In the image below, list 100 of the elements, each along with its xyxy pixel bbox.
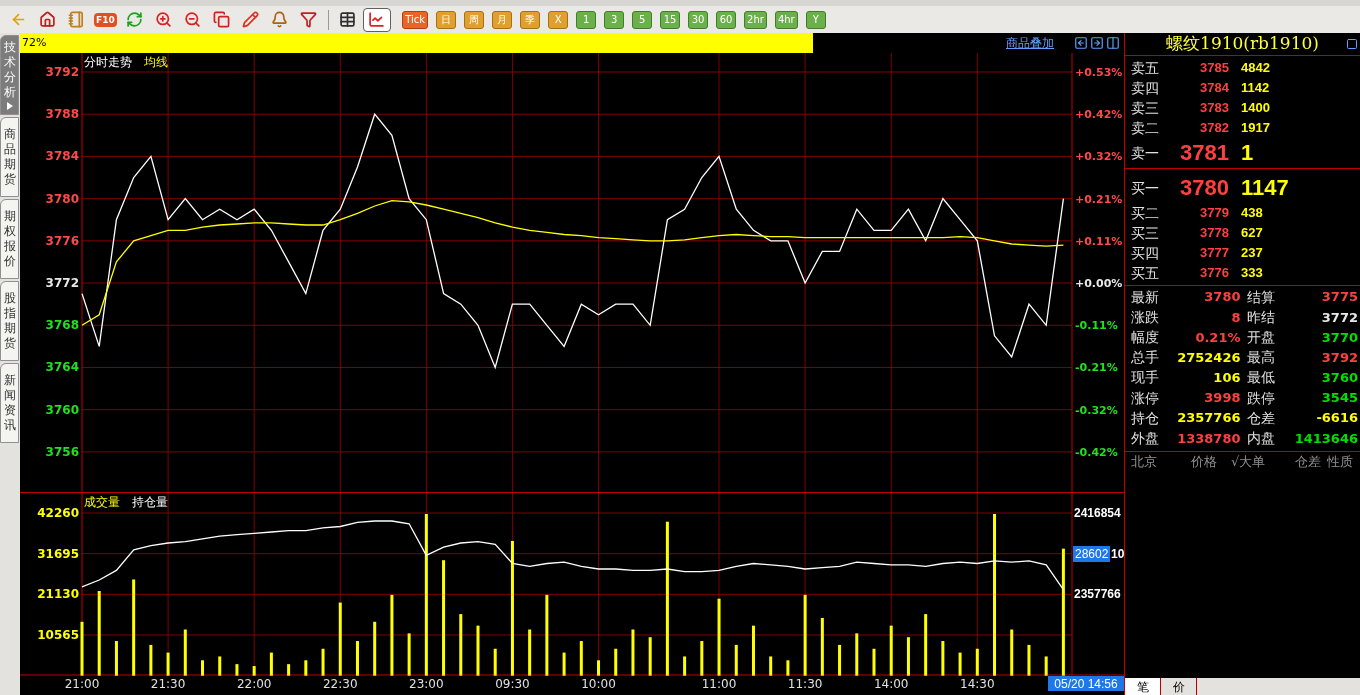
volume-bar: [734, 644, 738, 676]
volume-bar: [407, 633, 411, 676]
level-volume: 438: [1241, 204, 1263, 223]
volume-bar: [579, 641, 583, 676]
axis-label: 3768: [45, 318, 79, 333]
volume-bar: [183, 629, 187, 676]
side-tab[interactable]: 股指期货: [0, 281, 19, 361]
period-button[interactable]: 3: [604, 10, 625, 29]
period-button[interactable]: Tick: [402, 10, 429, 29]
level-label: 卖三: [1130, 98, 1160, 118]
period-button[interactable]: Y: [805, 10, 826, 29]
line-chart-button[interactable]: [362, 7, 391, 32]
period-button[interactable]: X: [548, 10, 569, 29]
stat-label: 仓差: [1245, 408, 1276, 428]
volume-bar: [201, 660, 204, 676]
column-header: 价格: [1191, 453, 1218, 472]
axis-label: 3772: [45, 276, 79, 291]
level-label: 买二: [1130, 203, 1160, 223]
stat-label: 内盘: [1245, 428, 1276, 448]
period-button[interactable]: 5: [632, 10, 653, 29]
level-volume: 333: [1241, 264, 1263, 283]
home-icon: [38, 11, 56, 28]
filter-icon: [300, 11, 318, 28]
volume-bar: [820, 617, 824, 676]
volume-bar: [304, 660, 308, 676]
level-label: 卖二: [1130, 118, 1160, 138]
time-label: 10:00: [581, 677, 616, 691]
volume-bar: [149, 644, 153, 676]
side-tab[interactable]: 期权报价: [0, 199, 19, 279]
side-tab[interactable]: 技术分析: [0, 35, 19, 115]
stat-value: 2752426: [1176, 348, 1242, 367]
stat-label: 开盘: [1245, 327, 1276, 347]
legend-label: 持仓量: [132, 495, 168, 509]
level-volume: 1: [1241, 140, 1254, 166]
stat-value: 3545: [1320, 389, 1359, 408]
volume-bar: [218, 656, 222, 676]
side-tab[interactable]: 商品期货: [0, 117, 19, 197]
volume-bar: [975, 648, 979, 676]
column-header: √大单: [1231, 453, 1267, 472]
level-price: 3781: [1179, 140, 1229, 166]
zoom-bar: 72%: [20, 33, 813, 53]
arrow-left-icon[interactable]: [1074, 36, 1088, 50]
volume-bar: [700, 641, 704, 676]
stat-label: 现手: [1130, 368, 1160, 388]
volume-bar: [166, 652, 170, 676]
volume-bar: [683, 656, 687, 676]
stat-label: 持仓: [1130, 408, 1160, 428]
level-volume: 1142: [1241, 79, 1270, 98]
level-price: 3778: [1199, 224, 1229, 243]
volume-bar: [235, 664, 239, 676]
volume-bar: [924, 614, 928, 676]
period-button[interactable]: 4hr: [774, 10, 798, 29]
period-button[interactable]: 2hr: [744, 10, 767, 29]
time-label: 09:30: [495, 677, 530, 691]
legend-label: 分时走势: [84, 55, 132, 69]
legend-label: 成交量: [84, 495, 120, 509]
bottom-tab[interactable]: 笔: [1125, 678, 1161, 695]
volume-bar: [906, 637, 910, 676]
percent-label: +0.53%: [1075, 66, 1123, 79]
stat-label: 最高: [1245, 348, 1276, 368]
volume-bar: [287, 664, 291, 676]
layout-icon[interactable]: [1106, 36, 1120, 50]
axis-label: 10565: [37, 628, 79, 643]
percent-label: -0.21%: [1075, 361, 1118, 375]
period-button[interactable]: 15: [660, 10, 681, 29]
zoom-out-icon: [184, 11, 202, 28]
level-volume: 627: [1241, 224, 1263, 243]
period-button[interactable]: 日: [436, 10, 457, 29]
period-button[interactable]: 60: [716, 10, 737, 29]
level-label: 卖五: [1130, 58, 1160, 78]
side-tab[interactable]: 新闻资讯: [0, 363, 19, 443]
level-volume: 1917: [1241, 119, 1270, 138]
level-price: 3784: [1199, 79, 1229, 98]
period-button[interactable]: 周: [464, 10, 485, 29]
overlay-link[interactable]: 商品叠加: [1006, 34, 1054, 52]
column-header: 北京: [1130, 453, 1158, 472]
volume-bar: [356, 641, 359, 676]
level-volume: 1400: [1241, 99, 1270, 118]
volume-bar: [562, 652, 566, 676]
stat-label: 涨跌: [1130, 307, 1160, 327]
window-icon[interactable]: [1346, 38, 1358, 50]
arrow-right-icon[interactable]: [1090, 36, 1104, 50]
stat-label: 幅度: [1130, 327, 1160, 347]
column-header: 仓差: [1294, 453, 1322, 472]
level-volume: 1147: [1241, 175, 1289, 201]
column-header: 性质: [1327, 453, 1353, 472]
period-button[interactable]: 30: [688, 10, 709, 29]
stat-value: 3760: [1320, 369, 1359, 388]
time-label: 23:00: [409, 677, 444, 691]
period-button[interactable]: 月: [492, 10, 513, 29]
axis-label: 3756: [45, 444, 79, 459]
period-button[interactable]: 季: [520, 10, 541, 29]
pencil-icon: [242, 11, 260, 28]
volume-bar: [872, 648, 876, 676]
period-button[interactable]: 1: [576, 10, 597, 29]
time-label: 11:00: [701, 677, 737, 691]
percent-label: +0.11%: [1075, 234, 1123, 248]
stat-value: -6616: [1315, 409, 1359, 428]
volume-bar: [476, 625, 480, 676]
axis-label: 3788: [45, 107, 79, 122]
